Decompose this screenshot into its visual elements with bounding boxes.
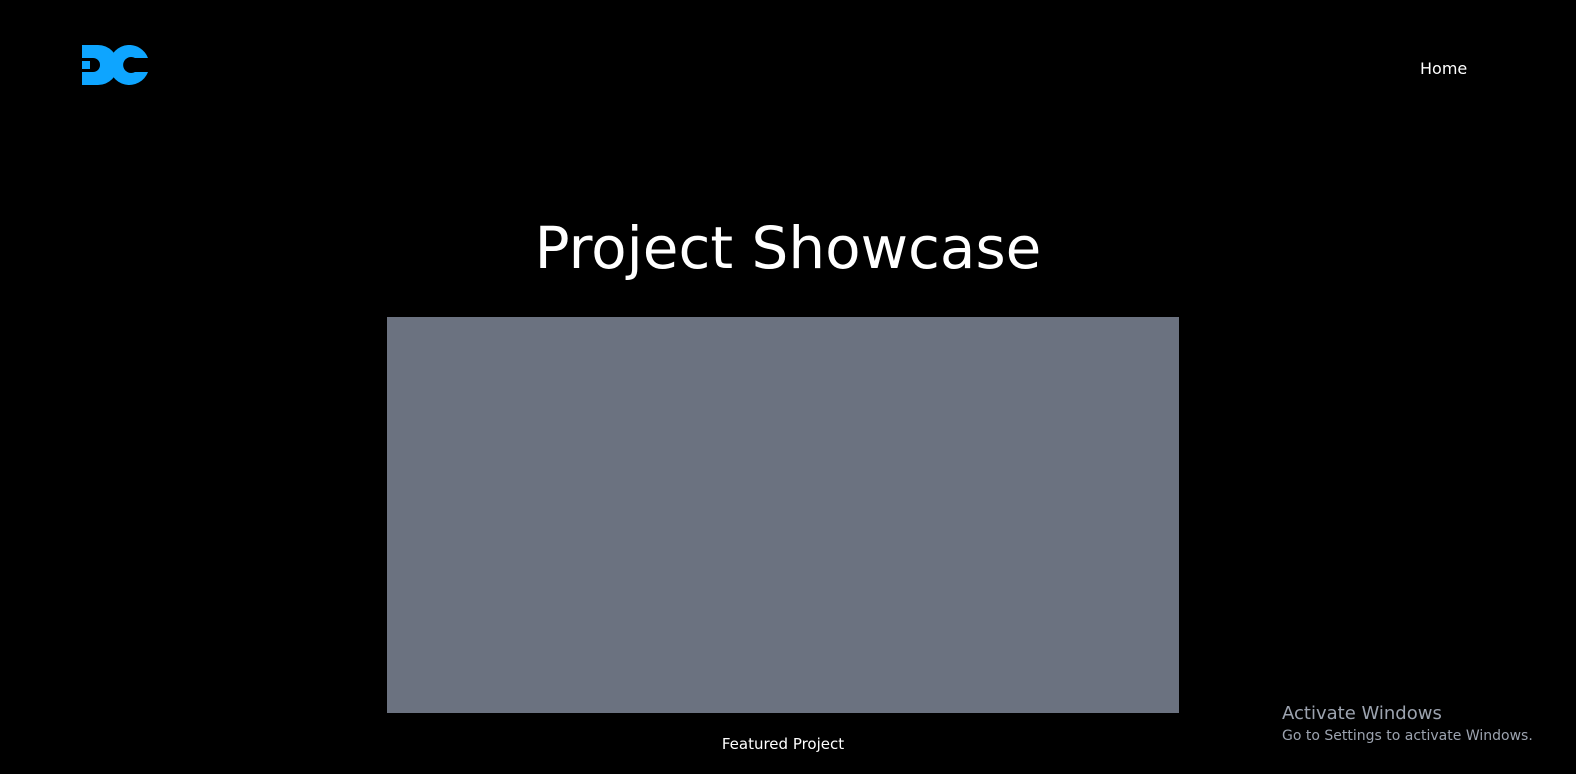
activate-windows-watermark: Activate Windows Go to Settings to activ…	[1282, 702, 1533, 746]
navbar: Home	[0, 0, 1576, 140]
nav-home-link[interactable]: Home	[1420, 58, 1467, 80]
dc-logo[interactable]	[82, 45, 148, 85]
featured-project-image[interactable]	[387, 317, 1179, 713]
watermark-title: Activate Windows	[1282, 703, 1442, 724]
featured-project-caption: Featured Project	[721, 735, 845, 753]
watermark-subtitle: Go to Settings to activate Windows.	[1282, 728, 1533, 744]
dc-logo-icon	[82, 45, 148, 85]
page-title: Project Showcase	[534, 214, 1042, 282]
